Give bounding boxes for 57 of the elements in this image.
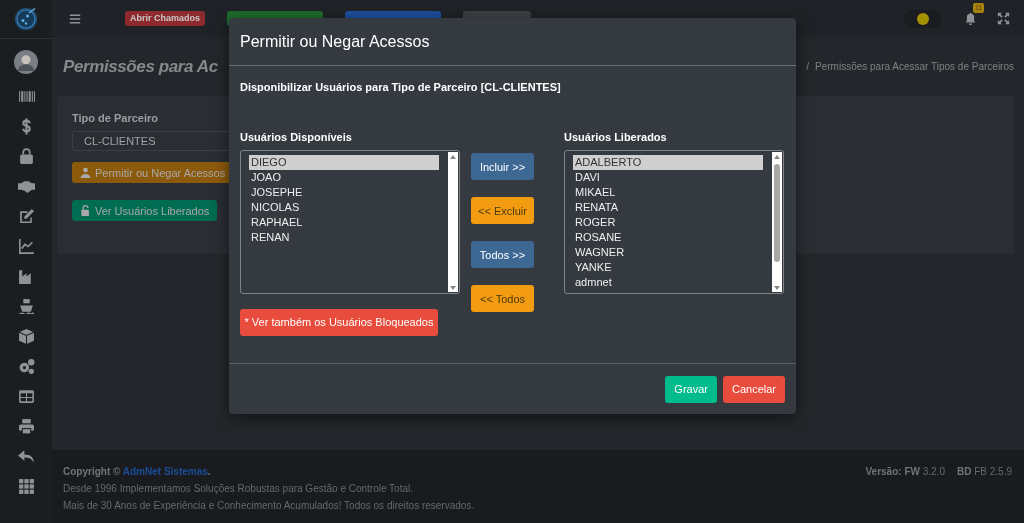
box-icon[interactable] [17,328,35,345]
user-option[interactable]: WAGNER [573,245,763,260]
user-option[interactable]: RENAN [249,230,439,245]
user-option[interactable]: YANKE [573,260,763,275]
user-option[interactable]: ROGER [573,215,763,230]
user-option[interactable]: ROSANE [573,230,763,245]
user-option[interactable]: RENATA [573,200,763,215]
transfer-button[interactable]: << Todos [471,285,534,312]
barcode-icon[interactable] [17,88,35,105]
modal-subtitle: Disponibilizar Usuários para Tipo de Parceiro [CL-CLIENTES] [240,81,562,93]
transfer-button[interactable]: Todos >> [471,241,534,268]
user-listbox[interactable]: ADALBERTO DAVI MIKAEL RENATA ROGER ROSANE WAGNER YANKE admnet [564,150,784,294]
modal-action-button[interactable]: Cancelar [722,375,785,403]
blocked-users-button[interactable]: * Ver também os Usuários Bloqueados [240,308,438,336]
avatar-icon[interactable] [14,50,38,74]
breadcrumb-separator: / [806,61,809,72]
table-icon[interactable] [17,388,35,405]
logo-icon[interactable] [14,7,38,31]
fullscreen-icon[interactable] [997,12,1010,25]
user-option[interactable]: RAPHAEL [249,215,439,230]
bell-icon[interactable] [964,12,977,25]
line-chart-icon[interactable] [17,238,35,255]
user-option[interactable]: JOAO [249,170,439,185]
menu-icon[interactable] [69,12,81,25]
list-label: Usuários Liberados [564,131,668,144]
scrollbar[interactable] [448,152,458,292]
shortcut-badge[interactable]: Abrir Chamados [125,11,205,26]
unlock-icon [80,205,91,217]
user-option[interactable]: ADALBERTO [573,155,763,170]
user-option[interactable]: DAVI [573,170,763,185]
user-option[interactable]: JOSEPHE [249,185,439,200]
list-label: Usuários Disponíveis [240,131,353,144]
modal-title: Permitir ou Negar Acessos [240,32,430,51]
ship-icon[interactable] [17,298,35,315]
user-option[interactable]: NICOLAS [249,200,439,215]
user-icon [80,167,91,179]
footer-text: Mais de 30 Anos de Experiência e Conhecimento Acumulados! Todos os direitos reservados. [63,499,475,513]
version-text: BD FB 2.5.9 [956,465,1012,479]
user-option[interactable]: MIKAEL [573,185,763,200]
edit-icon[interactable] [17,208,35,225]
page-title: Permissões para Ac [63,56,218,77]
user-listbox[interactable]: DIEGO JOAO JOSEPHE NICOLAS RAPHAEL RENAN [240,150,460,294]
theme-toggle[interactable] [904,9,942,28]
copyright-text: Copyright © AdmNet Sistemas. [63,465,212,479]
transfer-button[interactable]: << Excluir [471,197,534,224]
printer-icon[interactable] [17,418,35,435]
transfer-button[interactable]: Incluir >> [471,153,534,180]
footer-text: Desde 1996 Implementamos Soluções Robustas para Gestão e Controle Total. [63,482,414,496]
user-option[interactable]: DIEGO [249,155,439,170]
reply-icon[interactable] [17,448,35,465]
breadcrumb-item: Permissões para Acessar Tipos de Parceiros [815,61,1014,72]
shopping-bag-icon[interactable] [17,148,35,165]
grid-icon[interactable] [17,478,35,495]
user-option[interactable]: admnet [573,275,763,290]
field-label: Tipo de Parceiro [72,112,158,124]
version-text: Versão: FW 3.2.0 [865,465,945,479]
scrollbar[interactable] [772,152,782,292]
